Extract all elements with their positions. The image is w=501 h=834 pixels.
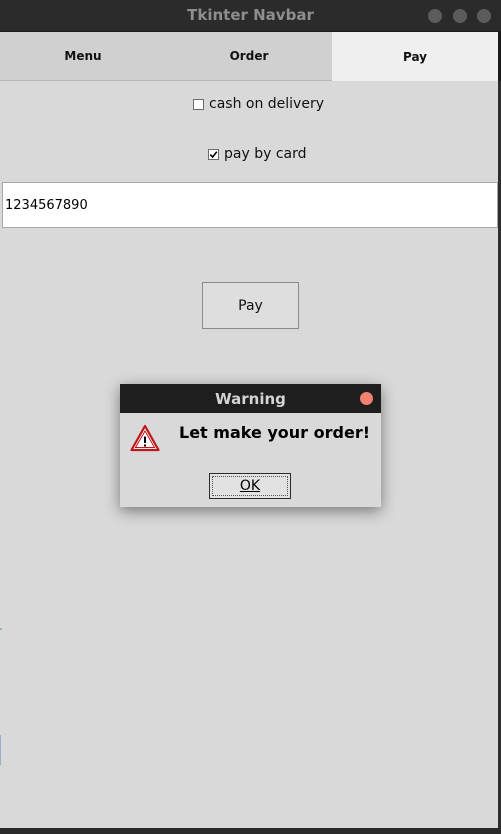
close-icon[interactable] [477,9,491,23]
window-titlebar[interactable]: Tkinter Navbar [0,0,501,32]
dialog-titlebar[interactable]: Warning [120,384,381,413]
focus-ring [212,476,288,496]
left-edge-mark [0,628,2,630]
card-number-input[interactable] [5,183,491,227]
window-title: Tkinter Navbar [187,6,314,24]
tab-pay[interactable]: Pay [332,32,498,81]
card-label: pay by card [224,146,307,162]
cash-label: cash on delivery [209,96,325,112]
dialog-message: Let make your order! [179,423,371,442]
dialog-title: Warning [215,390,286,408]
left-edge-mark [0,735,1,765]
pay-by-card-option[interactable]: pay by card [208,146,307,162]
checkmark-icon [209,150,218,158]
pay-button[interactable]: Pay [202,282,299,329]
dialog-close-icon[interactable] [360,392,373,405]
cash-on-delivery-option[interactable]: cash on delivery [193,96,324,112]
minimize-icon[interactable] [428,9,442,23]
card-checkbox[interactable] [208,148,219,160]
navbar: Menu Order Pay [0,32,501,81]
card-number-entry[interactable] [2,182,498,228]
warning-triangle-icon [130,424,160,452]
tab-menu[interactable]: Menu [0,32,166,81]
bottom-window-edge [0,828,501,834]
ok-button[interactable]: OK [209,473,291,499]
warning-dialog: Warning Let make your order! OK [120,384,381,507]
tab-order[interactable]: Order [166,32,332,81]
maximize-icon[interactable] [453,9,467,23]
cash-checkbox[interactable] [193,98,204,110]
